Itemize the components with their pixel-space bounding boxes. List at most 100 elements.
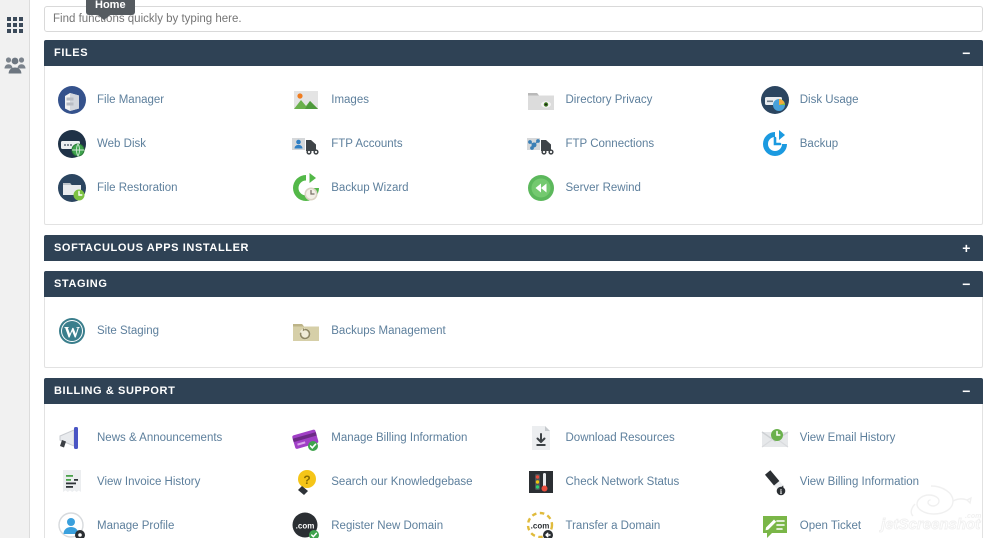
feature-item-label[interactable]: Web Disk (97, 138, 146, 150)
feature-item[interactable]: Disk Usage (748, 78, 982, 122)
panel-header[interactable]: FILES − (44, 40, 983, 66)
panel-collapse-icon[interactable]: − (962, 384, 973, 398)
panel-header[interactable]: STAGING − (44, 271, 983, 297)
feature-grid: News & Announcements Manage Billing Info… (45, 416, 982, 538)
feature-item-label[interactable]: Site Staging (97, 325, 159, 337)
feature-item[interactable]: W Site Staging (45, 309, 279, 353)
feature-item[interactable]: ? Search our Knowledgebase (279, 460, 513, 504)
feature-item[interactable]: Backup Wizard (279, 166, 513, 210)
feature-grid: W Site Staging Backups Management (45, 309, 982, 353)
svg-text:.com: .com (530, 522, 549, 531)
feature-item-label[interactable]: Disk Usage (800, 94, 859, 106)
feature-item-label[interactable]: FTP Connections (566, 138, 655, 150)
feature-item-label[interactable]: File Manager (97, 94, 164, 106)
feature-item[interactable]: Backup (748, 122, 982, 166)
search-bar: Home (44, 0, 983, 40)
feature-item[interactable]: Server Rewind (514, 166, 748, 210)
panel: SOFTACULOUS APPS INSTALLER + (44, 235, 983, 261)
sidebar (0, 0, 30, 538)
feature-item[interactable]: FTP Connections (514, 122, 748, 166)
feature-item[interactable]: .com Register New Domain (279, 504, 513, 538)
feature-item-label[interactable]: View Billing Information (800, 476, 919, 488)
feature-item-label[interactable]: Backup (800, 138, 838, 150)
feature-item[interactable]: Manage Profile (45, 504, 279, 538)
transfer-domain-icon: .com (526, 511, 556, 538)
home-tooltip: Home (86, 0, 135, 20)
panel-title: FILES (54, 47, 89, 59)
feature-item[interactable]: File Restoration (45, 166, 279, 210)
panel-collapse-icon[interactable]: − (962, 46, 973, 60)
feature-item-label[interactable]: Server Rewind (566, 182, 641, 194)
file-restoration-icon (57, 173, 87, 203)
lightbulb-icon: ? (291, 467, 321, 497)
feature-item-label[interactable]: Check Network Status (566, 476, 680, 488)
feature-item-label[interactable]: Backups Management (331, 325, 445, 337)
feature-item[interactable]: Manage Billing Information (279, 416, 513, 460)
credit-card-icon (291, 423, 321, 453)
download-file-icon (526, 423, 556, 453)
backups-management-icon (291, 316, 321, 346)
feature-item[interactable]: Backups Management (279, 309, 513, 353)
svg-text:W: W (64, 325, 80, 342)
panel-collapse-icon[interactable]: − (962, 277, 973, 291)
feature-item[interactable]: Open Ticket (748, 504, 982, 538)
ftp-accounts-icon (291, 129, 321, 159)
panel: BILLING & SUPPORT − News & Announcements … (44, 378, 983, 538)
panel-expand-icon[interactable]: + (962, 241, 973, 255)
sidebar-item-users[interactable] (0, 45, 30, 85)
pen-card-icon: i (760, 467, 790, 497)
feature-item-label[interactable]: View Email History (800, 432, 896, 444)
panel: STAGING − W Site Staging Backups Managemen… (44, 271, 983, 368)
panel-header[interactable]: BILLING & SUPPORT − (44, 378, 983, 404)
feature-item[interactable]: Images (279, 78, 513, 122)
panel-title: SOFTACULOUS APPS INSTALLER (54, 242, 250, 254)
feature-item[interactable]: Directory Privacy (514, 78, 748, 122)
feature-item[interactable]: View Email History (748, 416, 982, 460)
people-icon (4, 56, 26, 74)
feature-item-label[interactable]: Backup Wizard (331, 182, 408, 194)
grid-icon (7, 17, 23, 33)
backup-icon (760, 129, 790, 159)
feature-item-label[interactable]: Download Resources (566, 432, 675, 444)
feature-item[interactable]: i View Billing Information (748, 460, 982, 504)
feature-item[interactable]: Web Disk (45, 122, 279, 166)
feature-item[interactable]: .com Transfer a Domain (514, 504, 748, 538)
panel-body: W Site Staging Backups Management (44, 297, 983, 368)
feature-item[interactable]: File Manager (45, 78, 279, 122)
feature-item-label[interactable]: Images (331, 94, 369, 106)
backup-wizard-icon (291, 173, 321, 203)
feature-item-label[interactable]: Transfer a Domain (566, 520, 661, 532)
feature-item-label[interactable]: View Invoice History (97, 476, 200, 488)
panel-title: STAGING (54, 278, 108, 290)
feature-item-label[interactable]: News & Announcements (97, 432, 222, 444)
svg-text:i: i (780, 488, 782, 496)
panel-list: FILES − File Manager Images Directory Pri… (44, 40, 983, 538)
wordpress-icon: W (57, 316, 87, 346)
search-input[interactable] (44, 6, 983, 32)
feature-item-label[interactable]: Search our Knowledgebase (331, 476, 472, 488)
feature-item-label[interactable]: Directory Privacy (566, 94, 653, 106)
feature-grid: File Manager Images Directory Privacy Di… (45, 78, 982, 210)
svg-text:?: ? (304, 473, 311, 487)
panel-body: File Manager Images Directory Privacy Di… (44, 66, 983, 225)
panel-header[interactable]: SOFTACULOUS APPS INSTALLER + (44, 235, 983, 261)
open-ticket-icon (760, 511, 790, 538)
feature-item-label[interactable]: Manage Profile (97, 520, 174, 532)
feature-item-label[interactable]: Open Ticket (800, 520, 861, 532)
feature-item[interactable]: Check Network Status (514, 460, 748, 504)
svg-text:.com: .com (296, 522, 315, 531)
feature-item[interactable]: FTP Accounts (279, 122, 513, 166)
feature-item-label[interactable]: Manage Billing Information (331, 432, 467, 444)
panel-body: News & Announcements Manage Billing Info… (44, 404, 983, 538)
feature-item-label[interactable]: FTP Accounts (331, 138, 402, 150)
feature-item[interactable]: Download Resources (514, 416, 748, 460)
file-manager-icon (57, 85, 87, 115)
sidebar-item-home-grid[interactable] (0, 5, 30, 45)
feature-item-label[interactable]: Register New Domain (331, 520, 443, 532)
feature-item-label[interactable]: File Restoration (97, 182, 178, 194)
megaphone-icon (57, 423, 87, 453)
feature-item[interactable]: View Invoice History (45, 460, 279, 504)
invoice-icon (57, 467, 87, 497)
feature-item[interactable]: News & Announcements (45, 416, 279, 460)
directory-privacy-icon (526, 85, 556, 115)
